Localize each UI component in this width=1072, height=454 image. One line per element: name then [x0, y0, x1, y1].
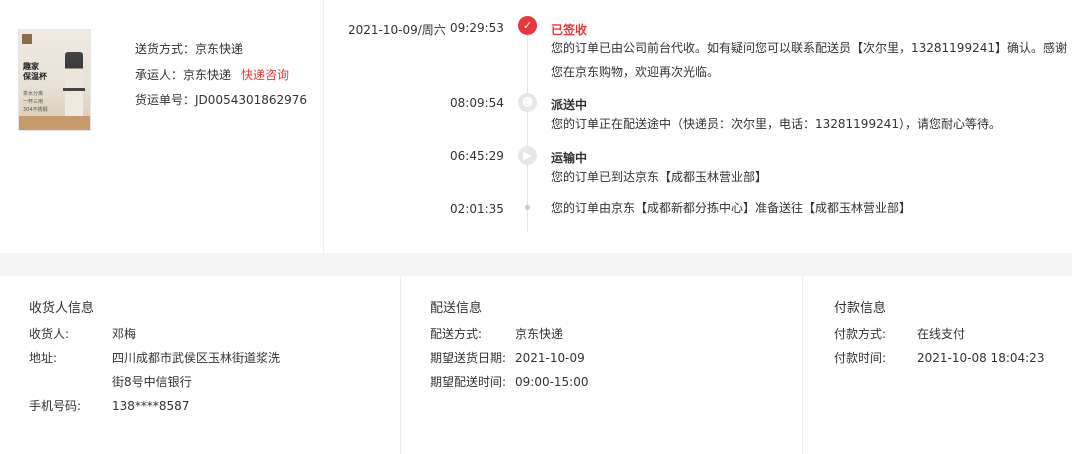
payment-time-label: 付款时间: — [834, 351, 887, 365]
delivery-method-value: 京东快递 — [515, 327, 564, 341]
brand-logo — [22, 34, 32, 44]
timeline-status: 派送中 — [551, 98, 588, 112]
shipping-method-label: 送货方式： — [135, 42, 196, 56]
delivery-method-label: 配送方式: — [430, 327, 483, 341]
payment-time-row: 付款时间: 2021-10-08 18:04:23 — [834, 346, 1064, 370]
delivery-info: 配送信息 配送方式: 京东快递 期望送货日期: 2021-10-09 期望配送时… — [401, 276, 803, 454]
payment-method-label: 付款方式: — [834, 327, 887, 341]
timeline-time: 09:29:53 — [450, 21, 504, 35]
delivery-time-value: 09:00-15:00 — [515, 375, 589, 389]
dot-icon — [525, 205, 530, 210]
carrier-row: 承运人：京东快递 快递咨询 — [135, 68, 307, 94]
receiver-address-label: 地址: — [29, 351, 58, 365]
receiver-info: 收货人信息 收货人: 邓梅 地址: 四川成都市武侯区玉林街道浆洗 街8号中信银行… — [0, 276, 401, 454]
receiver-address-line1: 四川成都市武侯区玉林街道浆洗 — [112, 351, 281, 365]
order-tracking-panel: 趣家 保温杯 茶水分离 一杯三用 304不锈钢 送货方式：京东快递 承运人：京东… — [0, 0, 1072, 253]
product-thumbnail[interactable]: 趣家 保温杯 茶水分离 一杯三用 304不锈钢 — [18, 29, 91, 131]
receiver-address-line2: 街8号中信银行 — [112, 375, 192, 389]
receiver-phone-value: 138****8587 — [112, 399, 190, 413]
table-surface — [19, 116, 90, 130]
check-icon: ✓ — [518, 16, 537, 35]
payment-time-value: 2021-10-08 18:04:23 — [917, 351, 1045, 365]
payment-method-value: 在线支付 — [917, 327, 966, 341]
thermos-cup-image — [63, 52, 85, 126]
delivery-person-icon: ☻ — [518, 93, 537, 112]
receiver-phone-label: 手机号码: — [29, 399, 82, 413]
payment-method-row: 付款方式: 在线支付 — [834, 322, 1064, 346]
truck-icon: ▶ — [518, 146, 537, 165]
delivery-date-row: 期望送货日期: 2021-10-09 — [430, 346, 790, 370]
timeline-desc: 您的订单由京东【成都新都分拣中心】准备送往【成都玉林营业部】 — [551, 201, 912, 215]
delivery-time-row: 期望配送时间: 09:00-15:00 — [430, 370, 790, 394]
tracking-timeline: 2021-10-09/周六 09:29:53 ✓ 已签收 您的订单已由公司前台代… — [324, 0, 1072, 253]
receiver-name-label: 收货人: — [29, 327, 70, 341]
tracking-number-value: JD0054301862976 — [195, 93, 308, 107]
tracking-number-row: 货运单号：JD0054301862976 — [135, 93, 307, 119]
timeline-desc: 您的订单已到达京东【成都玉林营业部】 — [551, 170, 768, 184]
timeline-time: 06:45:29 — [450, 149, 504, 163]
delivery-method-row: 配送方式: 京东快递 — [430, 322, 790, 346]
receiver-section-title: 收货人信息 — [29, 301, 95, 316]
receiver-name-value: 邓梅 — [112, 327, 137, 341]
payment-section-title: 付款信息 — [834, 301, 887, 316]
receiver-address-row: 地址: 四川成都市武侯区玉林街道浆洗 — [29, 346, 389, 370]
timeline-status: 运输中 — [551, 151, 588, 165]
timeline-time: 02:01:35 — [450, 202, 504, 216]
order-detail-info: 收货人信息 收货人: 邓梅 地址: 四川成都市武侯区玉林街道浆洗 街8号中信银行… — [0, 276, 1072, 454]
shipping-method-value: 京东快递 — [195, 42, 244, 56]
payment-info: 付款信息 付款方式: 在线支付 付款时间: 2021-10-08 18:04:2… — [803, 276, 1072, 454]
delivery-date-label: 期望送货日期: — [430, 351, 507, 365]
product-image-sub: 茶水分离 一杯三用 304不锈钢 — [23, 91, 48, 113]
section-divider — [0, 253, 1072, 276]
product-image-label: 趣家 保温杯 — [23, 62, 47, 81]
timeline-time: 08:09:54 — [450, 96, 504, 110]
timeline-line — [527, 26, 528, 232]
tracking-number-label: 货运单号： — [135, 93, 196, 107]
courier-consult-link[interactable]: 快递咨询 — [241, 68, 289, 82]
carrier-label: 承运人： — [135, 67, 184, 82]
delivery-time-label: 期望配送时间: — [430, 375, 507, 389]
shipping-info: 送货方式：京东快递 承运人：京东快递 快递咨询 货运单号：JD0054301862… — [135, 42, 307, 119]
package-summary: 趣家 保温杯 茶水分离 一杯三用 304不锈钢 送货方式：京东快递 承运人：京东… — [0, 0, 324, 253]
delivery-section-title: 配送信息 — [430, 301, 483, 316]
receiver-name-row: 收货人: 邓梅 — [29, 322, 389, 346]
timeline-desc: 您的订单已由公司前台代收。如有疑问您可以联系配送员【次尔里，1328119924… — [551, 41, 1067, 79]
carrier-value: 京东快递 — [183, 67, 232, 82]
delivery-date-value: 2021-10-09 — [515, 351, 585, 365]
timeline-date: 2021-10-09/周六 — [348, 23, 446, 37]
receiver-phone-row: 手机号码: 138****8587 — [29, 394, 389, 418]
timeline-desc: 您的订单正在配送途中（快递员：次尔里，电话：13281199241），请您耐心等… — [551, 117, 1001, 131]
shipping-method-row: 送货方式：京东快递 — [135, 42, 307, 68]
